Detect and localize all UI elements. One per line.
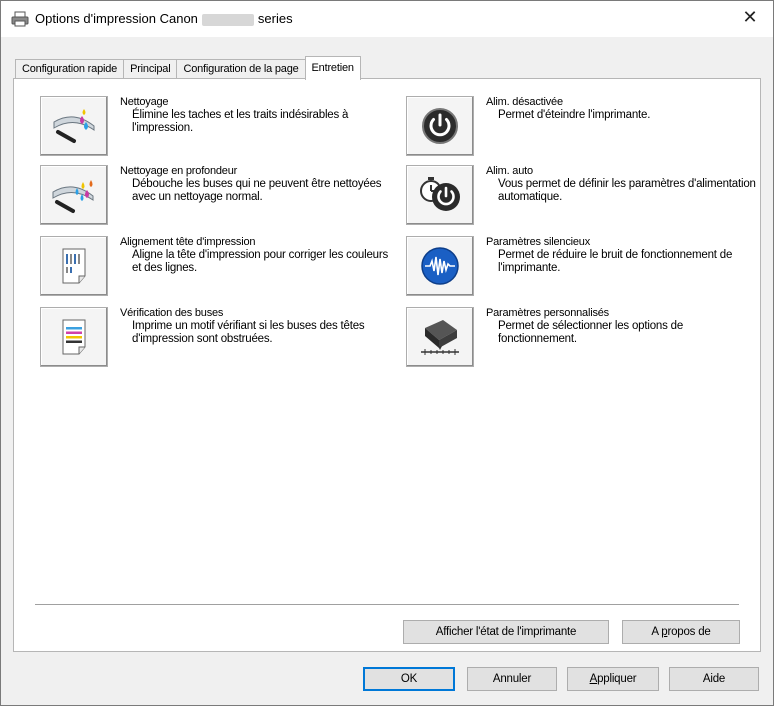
nozzle-check-icon — [62, 319, 86, 355]
auto-power-title: Alim. auto — [486, 165, 533, 177]
tab-bar: Configuration rapide Principal Configura… — [15, 56, 361, 80]
help-button[interactable]: Aide — [669, 667, 759, 691]
print-head-alignment-item: Alignement tête d'impression Aligne la t… — [40, 236, 390, 298]
auto-power-button[interactable] — [406, 165, 474, 225]
nozzle-check-description: Imprime un motif vérifiant si les buses … — [132, 320, 365, 345]
apply-button[interactable]: Appliquer — [567, 667, 659, 691]
apply-access-key: A — [589, 673, 598, 685]
close-button[interactable]: ✕ — [739, 7, 761, 29]
tab-entretien[interactable]: Entretien — [304, 56, 361, 80]
cleaning-description: Élimine les taches et les traits indésir… — [132, 109, 349, 134]
print-head-alignment-title: Alignement tête d'impression — [120, 236, 256, 248]
custom-settings-button[interactable] — [406, 307, 474, 367]
custom-settings-title: Paramètres personnalisés — [486, 307, 609, 319]
quiet-settings-button[interactable] — [406, 236, 474, 296]
deep-cleaning-title: Nettoyage en profondeur — [120, 165, 238, 177]
custom-settings-item: Paramètres personnalisés Permet de sélec… — [406, 307, 751, 369]
auto-power-description: Vous permet de définir les paramètres d'… — [498, 178, 756, 203]
separator-line — [35, 604, 739, 605]
window-title-prefix: Options d'impression Canon — [35, 11, 198, 26]
quiet-settings-icon — [421, 247, 459, 285]
ok-button[interactable]: OK — [363, 667, 455, 691]
maintenance-panel: Nettoyage Élimine les taches et les trai… — [13, 78, 761, 652]
cleaning-item: Nettoyage Élimine les taches et les trai… — [40, 96, 390, 158]
quiet-settings-item: Paramètres silencieux Permet de réduire … — [406, 236, 751, 298]
nozzle-check-title: Vérification des buses — [120, 307, 224, 319]
quiet-settings-title: Paramètres silencieux — [486, 236, 591, 248]
tab-principal[interactable]: Principal — [123, 59, 178, 79]
quiet-settings-description: Permet de réduire le bruit de fonctionne… — [498, 249, 733, 274]
nozzle-check-item: Vérification des buses Imprime un motif … — [40, 307, 390, 369]
custom-settings-icon — [421, 320, 459, 355]
deep-cleaning-icon — [52, 180, 94, 213]
tab-configuration-page[interactable]: Configuration de la page — [176, 59, 306, 79]
power-off-item: Alim. désactivée Permet d'éteindre l'imp… — [406, 96, 751, 158]
printer-status-button[interactable]: Afficher l'état de l'imprimante — [403, 620, 609, 644]
auto-power-item: Alim. auto Vous permet de définir les pa… — [406, 165, 756, 227]
about-rest: ropos de — [667, 626, 711, 638]
cleaning-button[interactable] — [40, 96, 108, 156]
power-off-description: Permet d'éteindre l'imprimante. — [498, 109, 651, 121]
power-off-button[interactable] — [406, 96, 474, 156]
print-head-alignment-icon — [62, 248, 86, 284]
title-bar[interactable]: Options d'impression Canon series ✕ — [1, 1, 773, 37]
close-icon: ✕ — [742, 7, 758, 28]
nozzle-check-button[interactable] — [40, 307, 108, 367]
window-title-suffix: series — [257, 11, 293, 26]
apply-rest: ppliquer — [597, 673, 637, 685]
power-off-title: Alim. désactivée — [486, 96, 563, 108]
cleaning-title: Nettoyage — [120, 96, 169, 108]
power-off-icon — [422, 108, 458, 144]
print-head-alignment-button[interactable] — [40, 236, 108, 296]
cleaning-icon — [53, 109, 95, 143]
about-button[interactable]: A propos de — [622, 620, 740, 644]
tab-configuration-rapide[interactable]: Configuration rapide — [15, 59, 125, 79]
window-title: Options d'impression Canon series — [35, 11, 293, 26]
auto-power-icon — [420, 177, 460, 211]
cancel-button[interactable]: Annuler — [467, 667, 557, 691]
deep-cleaning-button[interactable] — [40, 165, 108, 225]
redacted-model-name — [201, 13, 254, 26]
printer-icon — [11, 11, 29, 27]
custom-settings-description: Permet de sélectionner les options de fo… — [498, 320, 684, 345]
print-options-window: Options d'impression Canon series ✕ Confi… — [0, 0, 774, 706]
deep-cleaning-item: Nettoyage en profondeur Débouche les bus… — [40, 165, 390, 227]
about-prefix: A — [651, 626, 662, 638]
deep-cleaning-description: Débouche les buses qui ne peuvent être n… — [132, 178, 382, 203]
print-head-alignment-description: Aligne la tête d'impression pour corrige… — [132, 249, 389, 274]
